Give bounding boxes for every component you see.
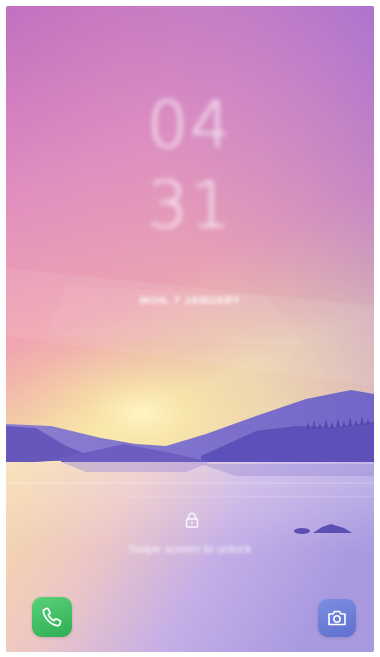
clock-minutes: 31 [147, 169, 233, 243]
padlock-icon [185, 512, 199, 528]
camera-icon [328, 610, 346, 626]
device-frame: 04 31 MON, 7 JANUARY Swipe screen to unl… [0, 0, 380, 657]
camera-shortcut-button[interactable] [318, 599, 356, 637]
clock-hours: 04 [147, 89, 233, 163]
phone-icon [42, 607, 62, 627]
lock-screen[interactable]: 04 31 MON, 7 JANUARY Swipe screen to unl… [6, 6, 374, 652]
phone-shortcut-button[interactable] [32, 597, 72, 637]
unlock-hint: Swipe screen to unlock [128, 542, 252, 556]
lockscreen-date: MON, 7 JANUARY [139, 295, 241, 307]
